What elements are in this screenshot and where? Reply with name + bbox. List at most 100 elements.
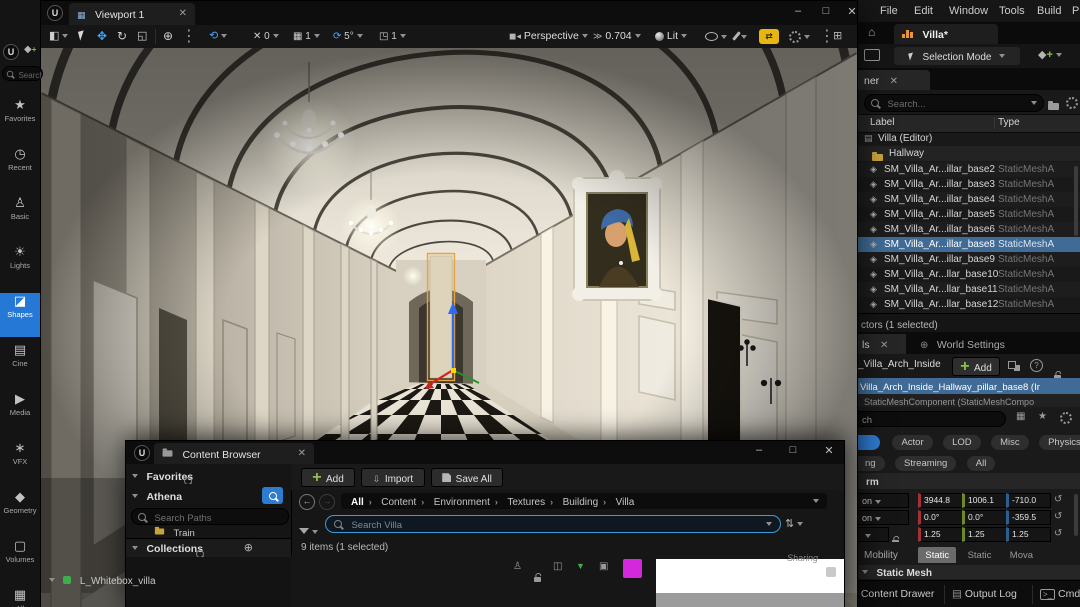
outliner-row[interactable]: ◈SM_Villa_Ar...llar_base10StaticMeshA (856, 267, 1080, 282)
add-actor-button[interactable]: ◆+ (1038, 48, 1062, 61)
folder-row-train[interactable]: Train (126, 526, 291, 537)
outliner-row[interactable]: ◈SM_Villa_Ar...llar_base11StaticMeshA (856, 282, 1080, 297)
close-icon[interactable]: ✕ (890, 76, 898, 87)
breadcrumb-all[interactable]: All (351, 497, 364, 508)
breadcrumb-environment[interactable]: Environment (434, 497, 490, 508)
close-icon[interactable]: ✕ (179, 3, 187, 25)
outliner-tab[interactable]: ner ✕ (856, 70, 930, 90)
menu-tools[interactable]: Tools (999, 0, 1025, 22)
tree-row-root[interactable]: ▤ Villa (Editor) (856, 131, 1080, 146)
scale-tool-icon[interactable]: ◱ (137, 25, 147, 48)
more-options-icon[interactable]: ⋮ (181, 25, 197, 48)
rotate-tool-icon[interactable]: ↻ (117, 25, 127, 48)
reset-icon[interactable]: ↺ (1054, 492, 1062, 507)
sidebar-item-favorites[interactable]: ★Favorites (0, 97, 40, 141)
component-row-sub[interactable]: StaticMeshComponent (StaticMeshCompo (856, 394, 1080, 407)
sidebar-item-media[interactable]: ▶Media (0, 391, 40, 435)
menu-file[interactable]: File (880, 0, 898, 22)
show-flags-icon[interactable] (705, 25, 727, 48)
outliner-row[interactable]: ◈SM_Villa_Ar...illar_base2StaticMeshA (856, 162, 1080, 177)
transform-row-dropdown[interactable]: on (856, 510, 909, 525)
outliner-row[interactable]: ◈SM_Villa_Ar...illar_base4StaticMeshA (856, 192, 1080, 207)
brush-size-icon[interactable] (735, 25, 747, 48)
grid-snap-button[interactable]: ▦ 1 (293, 25, 320, 48)
filter-chip-misc[interactable]: Misc (991, 435, 1029, 450)
cb-title-bar[interactable]: U Content Browser ✕ – □ ✕ (126, 441, 844, 464)
path-search-toggle[interactable] (262, 487, 283, 504)
location-snap-button[interactable]: ✕ 0 (253, 25, 279, 48)
blueprint-icon[interactable] (1008, 361, 1016, 369)
sidebar-item-shapes[interactable]: ◪Shapes (0, 293, 40, 337)
add-component-button[interactable]: + Add (952, 357, 1000, 376)
breadcrumb-content[interactable]: Content (381, 497, 416, 508)
sidebar-item-lights[interactable]: ☀Lights (0, 244, 40, 288)
mobility-movable[interactable]: Mova (1003, 547, 1040, 563)
camera-asset-icon[interactable]: ▣ (599, 561, 608, 572)
camera-bookmark-icon[interactable] (864, 49, 880, 61)
breadcrumb-villa[interactable]: Villa (616, 497, 635, 508)
maximize-icon[interactable]: □ (815, 5, 837, 17)
reset-icon[interactable]: ↺ (1054, 526, 1062, 541)
sidebar-item-geometry[interactable]: ◆Geometry (0, 489, 40, 533)
transform-section-header[interactable]: rm (856, 473, 1080, 489)
collections-section[interactable]: Collections ⊕ (126, 538, 291, 558)
athena-section[interactable]: Athena (126, 486, 291, 505)
favorites-star-icon[interactable]: ★ (1038, 411, 1047, 422)
filter-chip-actor[interactable]: Actor (892, 435, 932, 450)
content-drawer-button[interactable]: ▦ Content Drawer (848, 581, 934, 607)
add-quick-icon[interactable]: ◆+ (24, 44, 36, 55)
selection-mode-dropdown[interactable]: Selection Mode (894, 47, 1020, 65)
world-settings-tab[interactable]: ⊕ World Settings (920, 334, 1060, 354)
outliner-row[interactable]: ◈SM_Villa_Ar...illar_base9StaticMeshA (856, 252, 1080, 267)
surface-snap-icon[interactable]: ⟲ (209, 25, 227, 48)
outliner-row[interactable]: ◈SM_Villa_Ar...illar_base3StaticMeshA (856, 177, 1080, 192)
viewport-settings-button[interactable] (789, 25, 810, 48)
outliner-scrollbar[interactable] (1074, 166, 1078, 236)
column-label[interactable]: Label (870, 115, 894, 131)
transform-value-x[interactable]: 0.0° (918, 510, 963, 525)
close-icon[interactable]: ✕ (880, 340, 888, 351)
outliner-search-input[interactable]: Search... (864, 94, 1044, 112)
mobility-static[interactable]: Static (918, 547, 956, 563)
maximize-viewport-icon[interactable]: ⊞ (833, 25, 842, 48)
back-icon[interactable]: ← (299, 494, 315, 510)
outliner-settings-icon[interactable] (1066, 97, 1078, 109)
menu-build[interactable]: Build (1037, 0, 1061, 22)
transform-value-z[interactable]: -710.0 (1006, 493, 1051, 508)
filter-chip-streaming[interactable]: Streaming (895, 456, 956, 471)
transform-row-dropdown[interactable]: on (856, 493, 909, 508)
column-type[interactable]: Type (998, 115, 1020, 131)
cb-search-input[interactable]: Search Villa (325, 515, 781, 533)
rotation-snap-button[interactable]: ⟳ 5° (333, 25, 363, 48)
home-icon[interactable]: ⌂ (868, 25, 875, 39)
rail-search-input[interactable]: Search (2, 66, 43, 81)
close-icon[interactable]: ✕ (841, 5, 863, 18)
transform-value-x[interactable]: 1.25 (918, 527, 963, 542)
search-icon[interactable] (184, 477, 192, 484)
level-tab[interactable]: Villa* (894, 24, 998, 44)
sidebar-item-basic[interactable]: ♙Basic (0, 195, 40, 239)
cb-asset-area[interactable]: ♙ ◫ ▼ ▣ Sharing (291, 556, 844, 607)
pose-asset-icon[interactable]: ♙ (513, 561, 522, 572)
cb-add-button[interactable]: + Add (301, 468, 355, 487)
sidebar-item-cine[interactable]: ▤Cine (0, 342, 40, 386)
details-scrollbar[interactable] (1074, 494, 1078, 536)
filter-chip-rendering[interactable]: ng (856, 456, 885, 471)
output-log-button[interactable]: ▤ Output Log (952, 581, 1017, 607)
view-mode-dropdown[interactable]: Lit (655, 25, 687, 48)
viewport-title-bar[interactable]: U ▦ Viewport 1 ✕ – □ ✕ (41, 1, 857, 25)
locked-asset-icon[interactable] (534, 577, 541, 582)
close-icon[interactable]: ✕ (818, 444, 840, 457)
world-space-icon[interactable]: ⊕ (163, 25, 173, 48)
filter-chip-lod[interactable]: LOD (943, 435, 981, 450)
transform-value-y[interactable]: 1.25 (962, 527, 1007, 542)
cb-import-button[interactable]: ⇩ Import (361, 468, 425, 487)
create-folder-icon[interactable] (1048, 103, 1059, 110)
minimize-icon[interactable]: – (787, 5, 809, 17)
cmd-button[interactable]: >_ Cmd (1040, 581, 1080, 607)
details-search-input[interactable]: ch (856, 411, 1006, 427)
component-row-selected[interactable]: Villa_Arch_Inside_Hallway_pillar_base8 (… (856, 378, 1080, 394)
sidebar-item-volumes[interactable]: ▢Volumes (0, 538, 40, 582)
overlay-button[interactable] (826, 567, 836, 577)
tree-row-folder[interactable]: Hallway (856, 146, 1080, 161)
